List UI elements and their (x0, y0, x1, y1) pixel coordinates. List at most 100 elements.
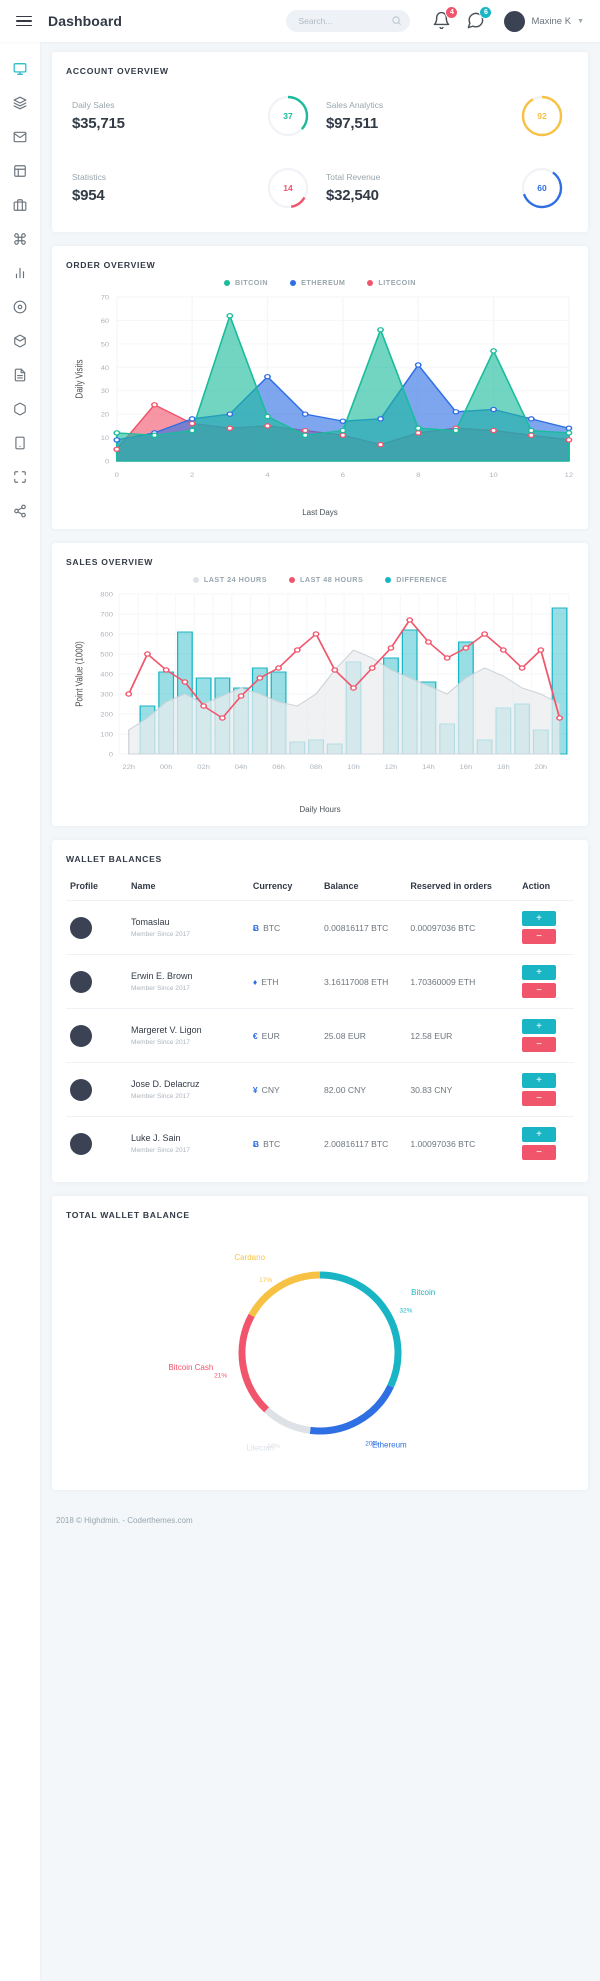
currency-symbol-icon: ¥ (252, 1084, 258, 1095)
currency-code: BTC (263, 922, 281, 933)
sidebar-item-components[interactable] (0, 324, 40, 358)
remove-button[interactable]: − (522, 1037, 557, 1052)
cell-balance: 25.08 EUR (319, 1008, 407, 1063)
sidebar-item-forms[interactable] (0, 358, 40, 392)
svg-text:300: 300 (100, 692, 113, 698)
search-box[interactable] (286, 10, 411, 32)
svg-text:Bitcoin Cash: Bitcoin Cash (168, 1363, 213, 1372)
legend-label: BITCOIN (235, 278, 269, 287)
target-icon (13, 300, 27, 314)
account-overview-title: Account Overview (66, 66, 169, 76)
svg-text:18h: 18h (497, 765, 510, 771)
avatar (70, 1132, 92, 1155)
cell-profile (66, 1008, 127, 1063)
monitor-icon (13, 63, 27, 75)
currency-code: CNY (261, 1084, 280, 1095)
sidebar-item-ui-kit[interactable] (0, 222, 40, 256)
hexagon-icon (14, 402, 26, 416)
remove-button[interactable]: − (522, 983, 557, 998)
cell-balance: 2.00816117 BTC (323, 1138, 389, 1149)
stat-value: $97,511 (326, 115, 378, 132)
sidebar-item-widgets[interactable] (0, 460, 40, 494)
remove-button[interactable]: − (522, 1091, 557, 1106)
col-balance: Balance (319, 872, 407, 901)
svg-text:22h: 22h (122, 765, 135, 771)
sidebar-item-mobile[interactable] (0, 426, 40, 460)
chevron-down-icon: ▼ (577, 17, 584, 25)
svg-text:17%: 17% (259, 1277, 272, 1284)
add-button[interactable]: + (522, 965, 557, 980)
legend-item-litecoin[interactable]: LITECOIN (367, 278, 416, 287)
progress-ring: 92 (520, 94, 564, 138)
cell-action: + − (518, 954, 574, 1009)
add-button[interactable]: + (522, 1019, 557, 1034)
add-button[interactable]: + (522, 1127, 557, 1142)
sidebar-item-extras[interactable] (0, 392, 40, 426)
hamburger-icon[interactable] (16, 10, 38, 32)
notifications-button[interactable]: 4 (432, 6, 459, 31)
sales-chart-legend: LAST 24 HOURS LAST 48 HOURS DIFFERENCE (66, 575, 574, 584)
ring-value: 60 (537, 183, 547, 193)
avatar (70, 1078, 92, 1101)
search-icon (392, 16, 402, 26)
total-wallet-balance-title: Total Wallet Balance (66, 1210, 190, 1220)
stat-label: Sales Analytics (326, 100, 384, 110)
svg-text:20: 20 (101, 412, 110, 418)
svg-text:Daily Visits: Daily Visits (74, 359, 85, 398)
legend-item-difference[interactable]: DIFFERENCE (385, 575, 447, 584)
sidebar-item-dashboard[interactable] (0, 52, 40, 86)
stat-value: $32,540 (326, 187, 379, 204)
dashboard-page: Dashboard 4 6 Ma (0, 0, 600, 1981)
sidebar-item-charts[interactable] (0, 256, 40, 290)
svg-text:0: 0 (109, 752, 113, 758)
messages-button[interactable]: 6 (466, 6, 493, 31)
legend-item-last-24[interactable]: LAST 24 HOURS (192, 575, 267, 584)
cell-profile (66, 954, 127, 1009)
legend-item-ethereum[interactable]: ETHEREUM (290, 278, 345, 287)
stat-value: $35,715 (72, 115, 125, 132)
ring-value: 14 (283, 183, 293, 193)
wallet-balances-title: Wallet Balances (66, 854, 162, 864)
table-row: Tomaslau Member Since 2017 Ƀ BTC 0.00816117 … (66, 900, 574, 955)
avatar (70, 970, 92, 993)
sidebar-item-layouts[interactable] (0, 86, 40, 120)
user-menu[interactable]: Maxine K ▼ (504, 10, 584, 32)
sidebar-item-pages[interactable] (0, 154, 40, 188)
sidebar-item-icons[interactable] (0, 290, 40, 324)
box-icon (14, 334, 26, 348)
cell-reserved: 12.58 EUR (406, 1008, 519, 1063)
stats-grid: Daily Sales $35,715 37 Sales Analytics $… (66, 84, 574, 220)
sidebar-item-multi-level[interactable] (0, 494, 40, 528)
add-button[interactable]: + (522, 1073, 557, 1088)
progress-ring: 60 (520, 166, 564, 210)
main-content: Account Overview Daily Sales $35,715 37 (40, 42, 600, 1981)
svg-text:20h: 20h (534, 765, 547, 771)
legend-item-bitcoin[interactable]: BITCOIN (224, 278, 268, 287)
remove-button[interactable]: − (522, 1145, 557, 1160)
svg-text:400: 400 (100, 672, 113, 678)
sidebar-item-projects[interactable] (0, 188, 40, 222)
sidebar (0, 42, 40, 1981)
stat-statistics: Statistics $954 14 (66, 156, 320, 220)
stat-label: Daily Sales (72, 100, 115, 110)
col-reserved: Reserved in orders (406, 872, 519, 901)
col-profile: Profile (66, 872, 127, 901)
avatar (70, 916, 92, 939)
legend-label: LAST 48 HOURS (300, 575, 364, 584)
sales-overview-title: Sales Overview (66, 557, 154, 567)
legend-item-last-48[interactable]: LAST 48 HOURS (289, 575, 363, 584)
sidebar-item-email[interactable] (0, 120, 40, 154)
legend-dot-icon (224, 279, 231, 286)
wallet-balances-table: Profile Name Currency Balance Reserved i… (66, 872, 574, 1170)
user-meta: Member Since 2017 (130, 1038, 190, 1046)
stat-label: Statistics (72, 172, 107, 182)
svg-text:10h: 10h (347, 765, 360, 771)
remove-button[interactable]: − (522, 929, 557, 944)
cell-name: Tomaslau Member Since 2017 (126, 900, 249, 955)
svg-text:30: 30 (101, 389, 110, 395)
add-button[interactable]: + (522, 911, 557, 926)
currency-code: ETH (261, 976, 279, 987)
briefcase-icon (13, 199, 27, 211)
table-row: Luke J. Sain Member Since 2017 Ƀ BTC 2.00816… (66, 1117, 574, 1171)
cell-name: Erwin E. Brown Member Since 2017 (126, 954, 249, 1009)
